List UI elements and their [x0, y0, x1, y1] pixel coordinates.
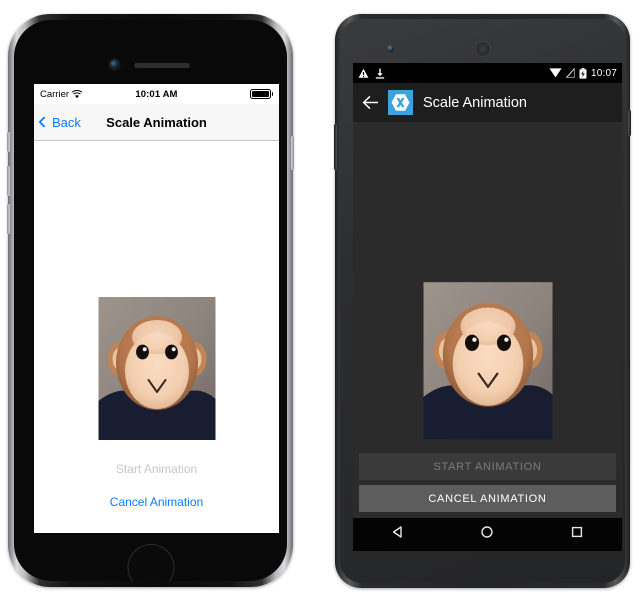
android-clock: 10:07 [590, 67, 617, 79]
android-content-area [353, 122, 622, 448]
nav-home-circle-icon[interactable] [480, 525, 494, 544]
android-monkey-image [423, 282, 552, 440]
android-power-button[interactable] [628, 110, 631, 136]
warning-triangle-icon [358, 68, 369, 78]
iphone-mute-switch[interactable] [7, 132, 10, 152]
iphone-device: Carrier 10:01 AM Back Scale Animation St… [7, 14, 294, 587]
monkey-photo [423, 282, 552, 440]
android-action-buttons: START ANIMATION CANCEL ANIMATION [353, 448, 622, 518]
ios-monkey-image [98, 297, 215, 440]
android-status-left-icons [358, 68, 385, 79]
wifi-icon [549, 68, 562, 78]
ios-screen: Carrier 10:01 AM Back Scale Animation St… [34, 84, 279, 533]
front-camera-icon [110, 60, 119, 69]
nav-back-triangle-icon[interactable] [391, 525, 405, 544]
download-icon [375, 68, 385, 79]
earpiece-speaker [134, 63, 190, 68]
xamarin-logo-icon [388, 90, 413, 115]
iphone-volume-down-button[interactable] [7, 204, 10, 234]
iphone-power-button[interactable] [291, 136, 294, 170]
android-device: 10:07 Scale Animation START ANIMATION CA… [334, 14, 631, 588]
android-start-animation-button[interactable]: START ANIMATION [359, 453, 616, 480]
battery-full-icon [249, 89, 273, 99]
ios-start-animation-button[interactable]: Start Animation [34, 462, 279, 476]
ios-action-buttons: Start Animation Cancel Animation [34, 462, 279, 509]
home-button[interactable] [127, 544, 174, 581]
battery-charging-icon [579, 67, 587, 79]
arrow-left-icon[interactable] [362, 95, 378, 111]
ios-clock: 10:01 AM [135, 88, 178, 100]
screenshot-stage: Carrier 10:01 AM Back Scale Animation St… [0, 0, 643, 600]
android-toolbar: Scale Animation [353, 83, 622, 122]
ios-content-area: Start Animation Cancel Animation [34, 141, 279, 533]
front-camera-icon [387, 45, 394, 52]
android-cancel-animation-button[interactable]: CANCEL ANIMATION [359, 485, 616, 512]
earpiece-speaker [474, 41, 491, 57]
android-nav-bar [353, 518, 622, 551]
ios-cancel-animation-button[interactable]: Cancel Animation [34, 495, 279, 509]
no-signal-icon [565, 68, 575, 78]
ios-nav-bar: Back Scale Animation [34, 104, 279, 141]
iphone-volume-up-button[interactable] [7, 166, 10, 196]
iphone-bezel: Carrier 10:01 AM Back Scale Animation St… [14, 20, 287, 581]
android-page-title: Scale Animation [423, 94, 527, 111]
android-volume-button[interactable] [334, 124, 337, 170]
android-bezel: 10:07 Scale Animation START ANIMATION CA… [340, 19, 625, 583]
android-status-bar: 10:07 [353, 63, 622, 83]
proximity-sensors [568, 48, 583, 52]
android-status-right-icons: 10:07 [549, 67, 617, 79]
android-screen: 10:07 Scale Animation START ANIMATION CA… [353, 63, 622, 551]
monkey-photo [98, 297, 215, 440]
ios-page-title: Scale Animation [106, 114, 207, 130]
ios-status-bar: Carrier 10:01 AM [34, 84, 279, 104]
nav-recents-square-icon[interactable] [570, 525, 584, 544]
